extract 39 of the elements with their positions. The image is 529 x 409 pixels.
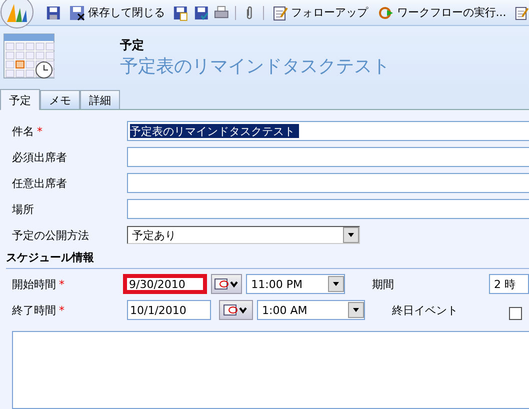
field-label: 終日イベント xyxy=(392,302,459,318)
field-label: 場所 xyxy=(11,202,35,216)
calendar-button[interactable] xyxy=(211,274,242,294)
tab[interactable]: メモ xyxy=(40,90,80,109)
text-field[interactable] xyxy=(127,199,529,219)
tab[interactable]: 予定 xyxy=(0,89,40,110)
workflow-icon xyxy=(378,4,394,20)
field-label: 件名 * xyxy=(11,124,44,138)
field-label: 期間 xyxy=(372,276,395,292)
printer-icon[interactable] xyxy=(214,4,230,20)
text-field[interactable] xyxy=(127,147,529,167)
date-field[interactable]: 9/30/2010 xyxy=(123,274,207,294)
tab[interactable]: 詳細 xyxy=(80,90,120,109)
calendar-icon xyxy=(223,304,249,316)
select-field[interactable]: 予定あり xyxy=(127,226,360,244)
calendar-icon xyxy=(214,278,240,290)
notepad-icon xyxy=(514,4,529,20)
field-label: 任意出席者 xyxy=(11,176,68,190)
duration-field[interactable]: 2 時 xyxy=(489,274,529,294)
time-field[interactable]: 11:00 PM xyxy=(246,274,345,294)
time-field[interactable]: 1:00 AM xyxy=(257,300,365,320)
calendar-button[interactable] xyxy=(219,300,253,320)
toolbar-button[interactable]: ワークフローの実行... xyxy=(376,2,508,24)
toolbar-button[interactable]: 保存して閉じる xyxy=(66,2,167,24)
section-heading: スケジュール情報 xyxy=(6,250,529,269)
description-field[interactable] xyxy=(12,331,529,409)
text-field[interactable]: 予定表のリマインドタスクテスト xyxy=(127,121,529,141)
record-title: 予定表のリマインドタスクテスト xyxy=(120,55,390,78)
field-label: 開始時間 * xyxy=(11,276,66,292)
notepad-icon xyxy=(272,4,288,20)
checkbox[interactable] xyxy=(509,306,522,320)
app-logo-icon[interactable] xyxy=(0,0,34,30)
field-label: 終了時間 * xyxy=(11,302,66,318)
text-field[interactable] xyxy=(127,173,529,193)
entity-type: 予定 xyxy=(120,37,145,54)
toolbar-button[interactable]: フォローアップ xyxy=(270,2,370,24)
field-label: 必須出席者 xyxy=(11,150,68,164)
field-label: 予定の公開方法 xyxy=(11,228,90,242)
date-field[interactable]: 10/1/2010 xyxy=(127,300,211,320)
